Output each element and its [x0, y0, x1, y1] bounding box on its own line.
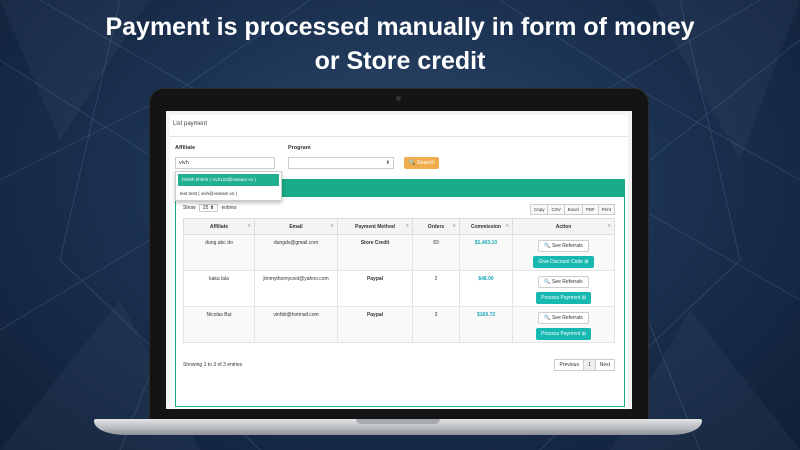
cell-email: dungdv@gmail.com — [254, 234, 338, 271]
laptop: List payment Affiliate vivh Program ⬍ 🔍 … — [150, 89, 648, 420]
button-label: See Referrals — [552, 279, 583, 285]
headline: Payment is processed manually in form of… — [0, 10, 800, 78]
page-length-control: Show 25 ⬍ entries — [183, 204, 236, 212]
laptop-base — [94, 419, 702, 435]
header-label: Action — [555, 223, 572, 230]
plus-square-icon: ⊞ — [581, 331, 586, 337]
pagination: Previous 1 Next — [554, 359, 615, 371]
table-row: kaka lala jimmythomycool@yahoo.com Paypa… — [183, 270, 615, 307]
suggestion-item[interactable]: hhhhh hhhhh ( vivh123@vnteam.vn ) — [178, 174, 279, 186]
header-label: Orders — [427, 223, 445, 230]
print-button[interactable]: Print — [597, 204, 615, 215]
page-length-select[interactable]: 25 ⬍ — [198, 204, 219, 212]
cell-email: jimmythomycool@yahoo.com — [254, 270, 338, 307]
payment-table: Affiliate ⇅ Email ⇅ Payment Method ⇅ Orders… — [183, 218, 615, 343]
cell-commission: $169.72 — [459, 306, 513, 343]
cell-email: vinhbt@hotmail.com — [254, 306, 338, 343]
affiliate-label: Affiliate — [175, 145, 196, 151]
sort-icon: ⇅ — [247, 223, 251, 228]
button-label: Process Payment — [541, 331, 581, 337]
cell-payment-method: Paypal — [337, 306, 413, 343]
cell-affiliate: dung abc do — [183, 234, 255, 271]
column-header-email[interactable]: Email ⇅ — [254, 218, 338, 235]
cell-affiliate: Nicolas Bui — [183, 306, 255, 343]
see-referrals-button[interactable]: 🔍 See Referrals — [538, 276, 589, 288]
affiliate-input[interactable]: vivh — [175, 157, 275, 169]
give-discount-code-button[interactable]: Give Discount Code ⊞ — [533, 256, 594, 268]
table-info: Showing 1 to 3 of 3 entries — [183, 362, 243, 368]
sort-icon: ⇅ — [452, 223, 456, 228]
next-button[interactable]: Next — [594, 359, 615, 371]
export-buttons: Copy CSV Excel PDF Print — [529, 204, 615, 215]
button-label: Give Discount Code — [538, 259, 583, 265]
process-payment-button[interactable]: Process Payment ⊞ — [536, 328, 591, 340]
sort-icon: ⇅ — [505, 223, 509, 228]
select-arrows-icon: ⬍ — [385, 160, 390, 166]
search-icon: 🔍 — [544, 243, 551, 249]
program-select[interactable]: ⬍ — [288, 157, 394, 169]
header-label: Email — [289, 223, 303, 230]
table-row: Nicolas Bui vinhbt@hotmail.com Paypal 3 … — [183, 306, 615, 343]
csv-button[interactable]: CSV — [547, 204, 565, 215]
sort-icon: ⇅ — [330, 223, 334, 228]
cell-orders: 83 — [412, 234, 460, 271]
plus-square-icon: ⊞ — [584, 259, 589, 265]
sort-icon: ⇅ — [607, 223, 611, 228]
search-icon: 🔍 — [544, 279, 551, 285]
sort-icon: ⇅ — [405, 223, 409, 228]
search-button-label: Search — [416, 160, 435, 166]
cell-orders: 2 — [412, 270, 460, 307]
cell-affiliate: kaka lala — [183, 270, 255, 307]
cell-payment-method: Paypal — [337, 270, 413, 307]
cell-action: 🔍 See Referrals Process Payment ⊞ — [512, 306, 615, 343]
see-referrals-button[interactable]: 🔍 See Referrals — [538, 240, 589, 252]
app-window: List payment Affiliate vivh Program ⬍ 🔍 … — [170, 115, 628, 409]
header-label: Affiliate — [209, 223, 229, 230]
header-label: Commission — [470, 223, 501, 230]
column-header-payment-method[interactable]: Payment Method ⇅ — [337, 218, 413, 235]
table-row: dung abc do dungdv@gmail.com Store Credi… — [183, 234, 615, 271]
see-referrals-button[interactable]: 🔍 See Referrals — [538, 312, 589, 324]
header-label: Payment Method — [354, 223, 395, 230]
search-icon: 🔍 — [544, 315, 551, 321]
column-header-action[interactable]: Action ⇅ — [512, 218, 615, 235]
affiliate-suggestions: hhhhh hhhhh ( vivh123@vnteam.vn ) test t… — [175, 171, 282, 201]
filter-bar: Affiliate vivh Program ⬍ 🔍 Search hhhhh … — [170, 137, 628, 201]
entries-label: entries — [221, 205, 237, 211]
cell-action: 🔍 See Referrals Process Payment ⊞ — [512, 270, 615, 307]
payment-panel: Show 25 ⬍ entries Copy CSV Excel PDF Pri… — [175, 179, 625, 407]
program-label: Program — [288, 145, 311, 151]
column-header-commission[interactable]: Commission ⇅ — [459, 218, 513, 235]
cell-commission: $1,403.10 — [459, 234, 513, 271]
cell-commission: $48.00 — [459, 270, 513, 307]
show-label: Show — [183, 205, 196, 211]
column-header-affiliate[interactable]: Affiliate ⇅ — [183, 218, 255, 235]
excel-button[interactable]: Excel — [563, 204, 583, 215]
cell-action: 🔍 See Referrals Give Discount Code ⊞ — [512, 234, 615, 271]
suggestion-item[interactable]: test testt ( vivh@vnteam.vn ) — [176, 188, 281, 200]
previous-button[interactable]: Previous — [554, 359, 584, 371]
button-label: Process Payment — [541, 295, 581, 301]
plus-square-icon: ⊞ — [581, 295, 586, 301]
column-header-orders[interactable]: Orders ⇅ — [412, 218, 460, 235]
headline-line-2: or Store credit — [314, 47, 486, 75]
page-title: List payment — [170, 115, 628, 137]
button-label: See Referrals — [552, 243, 583, 249]
camera-icon — [396, 96, 401, 101]
cell-payment-method: Store Credit — [337, 234, 413, 271]
headline-line-1: Payment is processed manually in form of… — [105, 13, 695, 41]
page-length-value: 25 — [202, 205, 209, 211]
process-payment-button[interactable]: Process Payment ⊞ — [536, 292, 591, 304]
pdf-button[interactable]: PDF — [581, 204, 599, 215]
laptop-screen: List payment Affiliate vivh Program ⬍ 🔍 … — [166, 111, 632, 409]
cell-orders: 3 — [412, 306, 460, 343]
copy-button[interactable]: Copy — [529, 204, 549, 215]
search-icon: 🔍 — [408, 160, 416, 166]
button-label: See Referrals — [552, 315, 583, 321]
search-button[interactable]: 🔍 Search — [404, 157, 439, 169]
laptop-notch — [356, 419, 440, 424]
